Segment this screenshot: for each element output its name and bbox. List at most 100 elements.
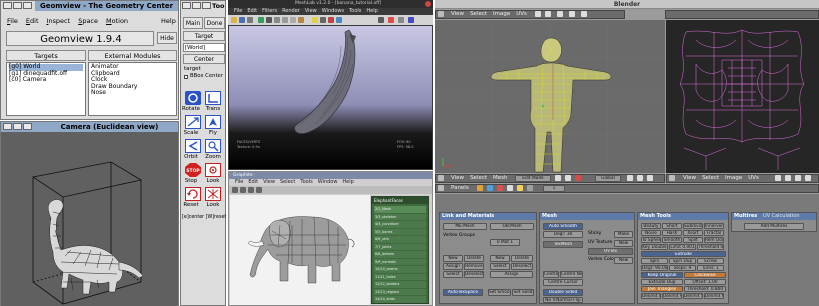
wireframe-icon[interactable]: [274, 17, 280, 23]
smooth-shading-icon[interactable]: [290, 17, 296, 23]
mesh-tool-button[interactable]: Delimit UVs: [641, 293, 661, 299]
open-file-icon[interactable]: [231, 17, 237, 23]
vertex-color-new-button[interactable]: New: [614, 257, 633, 264]
layers-icon[interactable]: [258, 17, 264, 23]
graphite-render-icon[interactable]: [248, 187, 254, 193]
uv-texture-slot[interactable]: UVTex: [588, 248, 633, 255]
scale-icon[interactable]: [185, 115, 201, 129]
mesh-tool-button[interactable]: Xsort: [683, 230, 703, 236]
view3d-menu-select[interactable]: Select: [470, 174, 487, 183]
meshlab-menu-help[interactable]: Help: [366, 8, 377, 14]
main-button[interactable]: Main: [183, 17, 203, 29]
view3d-menu-mesh[interactable]: Mesh: [493, 174, 507, 183]
mesh-tool-button[interactable]: Delimit Sharp: [683, 293, 703, 299]
orientation-selector[interactable]: Global: [595, 175, 621, 182]
material-new-button[interactable]: New: [490, 255, 510, 262]
target-camera[interactable]: [c0] Camera: [9, 76, 83, 84]
tools-icon[interactable]: [398, 17, 404, 23]
uv2-type-icon[interactable]: [669, 175, 675, 181]
window-minimize-button[interactable]: [13, 2, 22, 9]
uv2-lock-icon[interactable]: [785, 175, 791, 181]
camera-minimize-button[interactable]: [13, 123, 22, 130]
uv2-menu-uvs[interactable]: UVs: [748, 174, 759, 183]
graphite-menu-window[interactable]: Window: [318, 179, 338, 185]
uv-menu-select[interactable]: Select: [470, 10, 487, 19]
menu-edit[interactable]: Edit: [26, 17, 39, 25]
orbit-icon[interactable]: [185, 139, 201, 153]
layer-item[interactable]: 4/4_curvature: [374, 221, 426, 228]
uv-sync-icon[interactable]: [569, 11, 575, 17]
measure-icon[interactable]: [320, 17, 326, 23]
vgroup-select-button[interactable]: Select: [443, 271, 463, 278]
layer-item[interactable]: 7/7_joints: [374, 243, 426, 250]
vgroup-deselect-button[interactable]: Deselect: [464, 271, 484, 278]
layer-item[interactable]: 14/14_stats: [374, 296, 426, 303]
logic-context-icon[interactable]: [477, 185, 483, 191]
material-assign-button[interactable]: Assign: [490, 271, 533, 278]
mesh-tool-button[interactable]: To Sphere: [641, 237, 661, 243]
center-button[interactable]: Center: [183, 54, 225, 64]
translate-icon[interactable]: [205, 91, 221, 105]
tools-minimize-button[interactable]: [192, 2, 201, 9]
graphite-menu-view[interactable]: View: [263, 179, 275, 185]
uv2-menu-select[interactable]: Select: [702, 174, 719, 183]
elephant-viewport[interactable]: [230, 195, 370, 305]
editing-context-icon[interactable]: [517, 185, 523, 191]
uv-snap-icon[interactable]: [581, 11, 587, 17]
view3d-menu-view[interactable]: View: [451, 174, 464, 183]
uv-image-editor[interactable]: [666, 20, 819, 173]
mesh-tool-button[interactable]: Smooth: [662, 237, 682, 243]
mesh-tool-button[interactable]: Extrude Dup: [641, 279, 683, 285]
scene-context-icon[interactable]: [527, 185, 533, 191]
vgroup-remove-button[interactable]: Remove: [464, 263, 484, 270]
targets-list[interactable]: [g0] World [g1] dinequadfit.off [c0] Cam…: [6, 62, 86, 116]
mesh-tool-button[interactable]: Extrude: [641, 251, 726, 257]
vgroup-delete-button[interactable]: Delete: [464, 255, 484, 262]
snap-icon[interactable]: [647, 175, 653, 181]
double-sided-toggle[interactable]: Double Sided: [543, 289, 583, 296]
mesh-tool-button[interactable]: Delimit Vcol: [662, 293, 682, 299]
view3d-type-icon[interactable]: [438, 175, 444, 181]
auto-smooth-toggle[interactable]: Auto Smooth: [543, 223, 583, 230]
layer-item[interactable]: 6/6_skin: [374, 236, 426, 243]
mesh-tool-button[interactable]: Offset: 1.00: [684, 279, 726, 285]
material-delete-button[interactable]: Delete: [511, 255, 533, 262]
mesh-tool-button[interactable]: Beauty: [641, 223, 661, 229]
texmesh-field[interactable]: TexMesh: [543, 241, 583, 248]
graphite-open-icon[interactable]: [232, 187, 238, 193]
layer-item[interactable]: 2/2_Mesh: [374, 206, 426, 213]
manipulator-icon[interactable]: [575, 175, 581, 181]
look-icon-2[interactable]: [205, 187, 221, 201]
uv-menu-view[interactable]: View: [451, 10, 464, 19]
modules-list[interactable]: Animator Clipboard Clock Draw Boundary N…: [88, 62, 177, 116]
set-smooth-button[interactable]: Set Smooth: [488, 289, 511, 296]
fly-icon[interactable]: [205, 115, 221, 129]
uv2-image-icon[interactable]: [795, 175, 801, 181]
proportional-edit-icon[interactable]: [637, 175, 643, 181]
module-nose[interactable]: Nose: [91, 89, 174, 97]
meshlab-menu-edit[interactable]: Edit: [247, 8, 257, 14]
save-icon[interactable]: [239, 17, 245, 23]
mesh-tool-button[interactable]: Clockwise: [684, 272, 726, 278]
select-icon[interactable]: [328, 17, 334, 23]
camera-viewport[interactable]: [1, 132, 178, 306]
rotate-icon[interactable]: [185, 91, 201, 105]
mesh-tool-button[interactable]: Keep Original: [641, 272, 683, 278]
camera-maximize-button[interactable]: [23, 123, 32, 130]
world-field[interactable]: [World]: [183, 43, 225, 52]
buttons-type-icon[interactable]: [438, 185, 444, 191]
lock-icon[interactable]: [545, 11, 551, 17]
mesh-tool-button[interactable]: Subdivide: [683, 223, 703, 229]
layer-item[interactable]: 11/11_holes: [374, 273, 426, 280]
window-close-button[interactable]: [3, 2, 12, 9]
graphite-menu-tools[interactable]: Tools: [300, 179, 312, 185]
meshlab-menu-windows[interactable]: Windows: [322, 8, 344, 14]
snapshot-icon[interactable]: [247, 17, 253, 23]
graphite-menu-file[interactable]: File: [235, 179, 243, 185]
uv2-menu-view[interactable]: View: [683, 174, 696, 183]
object-name-field[interactable]: OB:Mesh: [490, 223, 534, 230]
image-browse-icon[interactable]: [557, 11, 563, 17]
mesh-tool-button[interactable]: Noise: [641, 230, 661, 236]
menu-space[interactable]: Space: [78, 17, 98, 25]
points-icon[interactable]: [266, 17, 272, 23]
